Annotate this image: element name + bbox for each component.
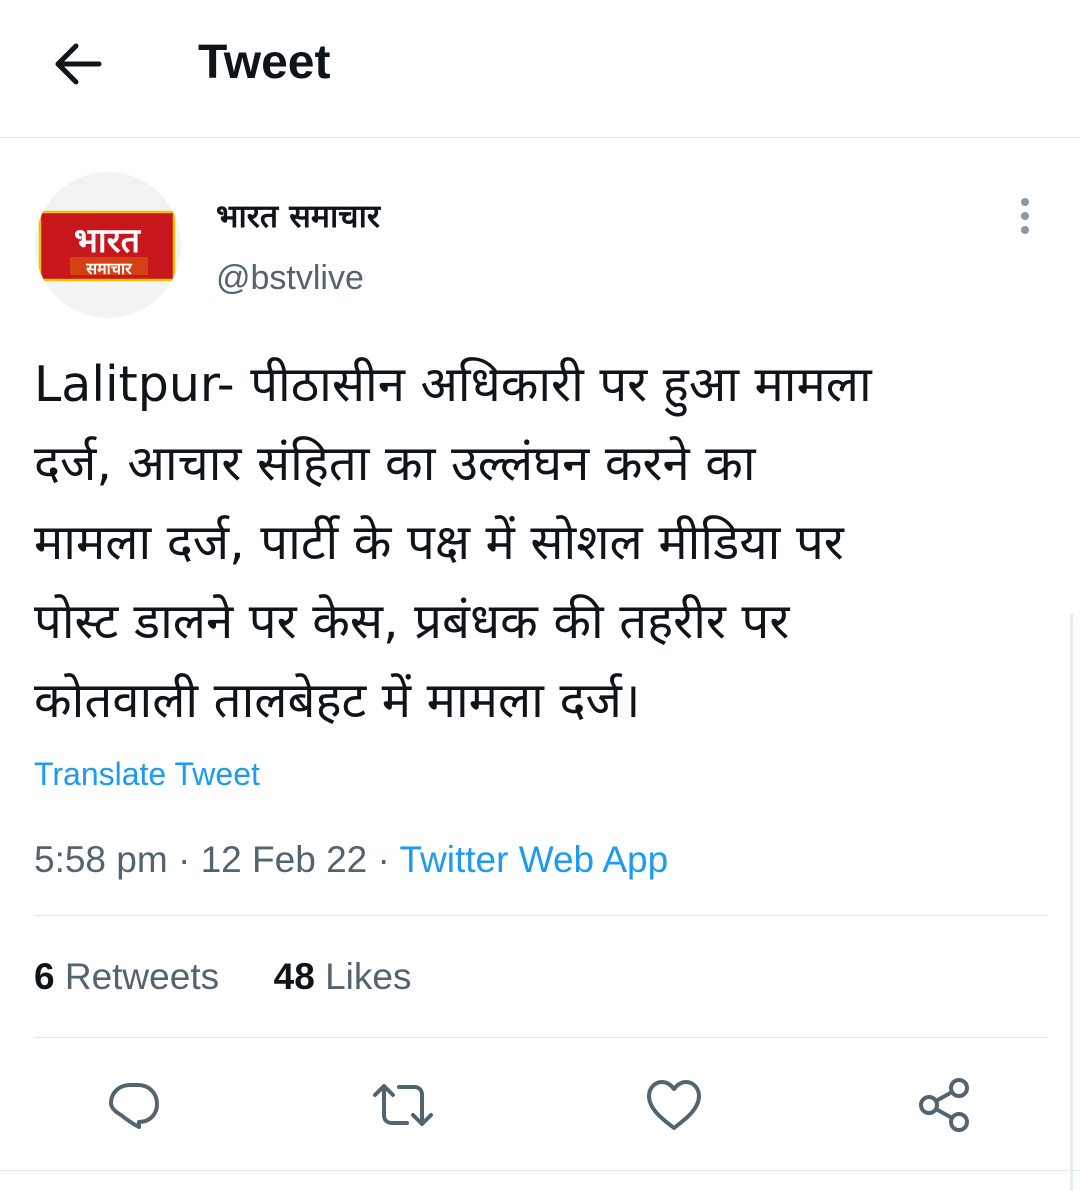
- retweets-count: 6: [34, 956, 55, 997]
- scrollbar[interactable]: [1070, 614, 1073, 1191]
- author-display-name[interactable]: भारत समाचार: [216, 196, 380, 236]
- divider: [34, 1037, 1047, 1038]
- tweet-time[interactable]: 5:58 pm: [34, 839, 168, 880]
- vertical-dots-icon: [1021, 198, 1029, 234]
- translate-tweet-link[interactable]: Translate Tweet: [34, 755, 260, 793]
- retweet-icon: [373, 1084, 433, 1126]
- likes-count: 48: [273, 956, 315, 997]
- svg-text:भारत: भारत: [74, 221, 142, 261]
- svg-text:समाचार: समाचार: [85, 259, 133, 278]
- avatar[interactable]: भारत समाचार: [35, 172, 181, 318]
- tweet-stats: 6 Retweets 48 Likes: [34, 955, 411, 999]
- bharat-samachar-logo: भारत समाचार: [38, 210, 176, 282]
- likes-stat[interactable]: 48 Likes: [274, 956, 412, 997]
- like-button[interactable]: [641, 1072, 707, 1138]
- more-options-button[interactable]: [1004, 193, 1046, 239]
- tweet-text-line: मामला दर्ज, पार्टी के पक्ष में सोशल मीडि…: [34, 514, 844, 571]
- page-title: Tweet: [198, 36, 331, 89]
- retweets-label: Retweets: [64, 956, 220, 997]
- tweet-source-link[interactable]: Twitter Web App: [399, 839, 668, 880]
- reply-button[interactable]: [101, 1072, 167, 1138]
- divider: [0, 1170, 1080, 1171]
- retweets-stat[interactable]: 6 Retweets: [34, 956, 229, 997]
- meta-separator: ·: [177, 839, 191, 880]
- author-handle[interactable]: @bstvlive: [216, 258, 364, 298]
- meta-separator: ·: [377, 839, 390, 880]
- back-button[interactable]: [46, 36, 108, 92]
- share-icon: [919, 1078, 969, 1132]
- heart-icon: [647, 1080, 701, 1130]
- tweet-text-line: पोस्ट डालने पर केस, प्रबंधक की तहरीर पर: [34, 593, 790, 650]
- divider: [34, 915, 1047, 916]
- share-button[interactable]: [911, 1072, 977, 1138]
- tweet-text-line: कोतवाली तालबेहट में मामला दर्ज।: [34, 672, 641, 729]
- tweet-text: Lalitpur- पीठासीन अधिकारी पर हुआ मामला द…: [34, 345, 1044, 740]
- tweet-meta: 5:58 pm · 12 Feb 22 · Twitter Web App: [34, 838, 668, 882]
- reply-icon: [109, 1083, 159, 1129]
- tweet-text-line: Lalitpur- पीठासीन अधिकारी पर हुआ मामला: [34, 356, 872, 413]
- arrow-left-icon: [55, 43, 102, 85]
- tweet-text-line: दर्ज, आचार संहिता का उल्लंघन करने का: [34, 435, 756, 492]
- likes-label: Likes: [325, 956, 412, 997]
- tweet-date[interactable]: 12 Feb 22: [201, 839, 368, 880]
- tweet-action-bar: [0, 1072, 1080, 1138]
- top-app-bar: Tweet: [0, 0, 1080, 138]
- retweet-button[interactable]: [370, 1072, 436, 1138]
